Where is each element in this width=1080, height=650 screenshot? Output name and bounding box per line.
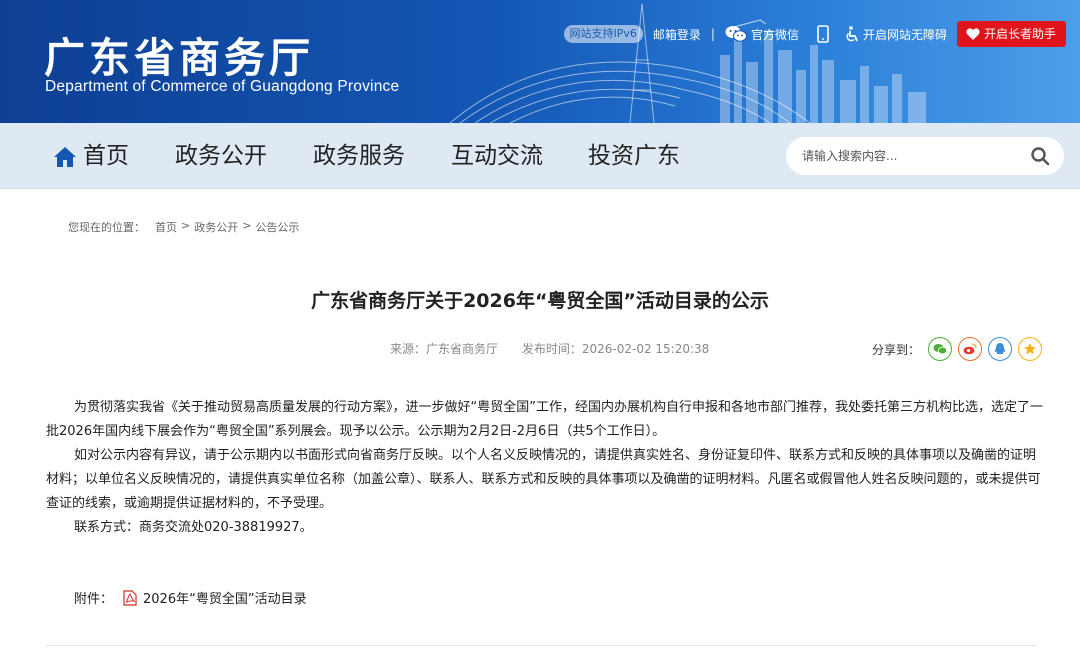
article-source: 来源：广东省商务厅	[390, 342, 499, 356]
nav-item-invest-guangdong[interactable]: 投资广东	[588, 123, 680, 189]
mail-login-link[interactable]: 邮箱登录	[653, 26, 701, 43]
top-links: 网站支持IPv6 邮箱登录 | 官方微信 开启网站无障碍 开启长者助手	[563, 21, 1066, 47]
qzone-icon	[1024, 343, 1037, 355]
divider	[46, 645, 1036, 646]
weibo-icon	[963, 343, 977, 355]
accessibility-link[interactable]: 开启网站无障碍	[845, 26, 947, 43]
elder-assistant-label: 开启长者助手	[983, 27, 1056, 41]
accessibility-label: 开启网站无障碍	[862, 27, 947, 42]
breadcrumb-separator: >	[181, 219, 191, 232]
share-bar: 分享到：	[872, 337, 1048, 361]
breadcrumb-separator: >	[242, 219, 252, 232]
mobile-phone-icon	[817, 25, 829, 43]
search-icon[interactable]	[1030, 146, 1050, 166]
pdf-file-icon	[123, 589, 137, 606]
article-body: 为贯彻落实我省《关于推动贸易高质量发展的行动方案》，进一步做好“粤贸全国”工作，…	[46, 396, 1046, 540]
site-title: 广东省商务厅	[44, 34, 314, 82]
attachment-link[interactable]: 2026年“粤贸全国”活动目录	[143, 588, 307, 607]
wechat-link[interactable]: 官方微信	[725, 25, 799, 43]
nav-item-home[interactable]: 首页	[53, 123, 129, 189]
city-skyline-decoration	[449, 3, 926, 123]
attachment-label: 附件：	[74, 592, 114, 607]
mobile-link[interactable]	[817, 25, 829, 43]
nav-item-government-services[interactable]: 政务服务	[313, 123, 405, 189]
mail-login-label: 邮箱登录	[652, 27, 701, 42]
share-weibo-button[interactable]	[958, 337, 983, 361]
search-box	[786, 137, 1064, 175]
elder-assistant-icon	[966, 28, 980, 40]
nav-item-government-affairs[interactable]: 政务公开	[175, 123, 267, 189]
attachment-row: 附件： 2026年“粤贸全国”活动目录	[74, 588, 307, 607]
breadcrumb-government-affairs[interactable]: 政务公开	[194, 219, 238, 235]
wechat-icon	[933, 344, 948, 355]
article-paragraph: 为贯彻落实我省《关于推动贸易高质量发展的行动方案》，进一步做好“粤贸全国”工作，…	[46, 400, 1043, 439]
article-meta: 来源：广东省商务厅 发布时间：2026-02-02 15:20:38	[390, 340, 729, 357]
home-icon	[54, 147, 76, 167]
accessibility-icon	[846, 26, 858, 42]
article-paragraph: 联系方式：商务交流处020-38819927。	[74, 520, 313, 535]
article-title: 广东省商务厅关于2026年“粤贸全国”活动目录的公示	[311, 290, 769, 312]
ipv6-badge: 网站支持IPv6	[563, 25, 643, 43]
share-label: 分享到：	[872, 342, 921, 357]
breadcrumb: 您现在的位置： 首页 > 政务公开 > 公告公示	[68, 219, 299, 235]
share-wechat-button[interactable]	[928, 337, 953, 361]
breadcrumb-home[interactable]: 首页	[155, 219, 177, 235]
wechat-label: 官方微信	[750, 27, 799, 42]
breadcrumb-label: 您现在的位置：	[68, 221, 145, 234]
search-input[interactable]	[802, 137, 1022, 175]
wechat-icon	[725, 26, 747, 42]
site-header: 广东省商务厅 Department of Commerce of Guangdo…	[0, 0, 1080, 123]
nav-item-interaction[interactable]: 互动交流	[451, 123, 543, 189]
share-qzone-button[interactable]	[1018, 337, 1043, 361]
site-subtitle: Department of Commerce of Guangdong Prov…	[45, 78, 400, 95]
separator: |	[710, 27, 715, 41]
nav-home-label: 首页	[83, 143, 129, 169]
breadcrumb-announcements[interactable]: 公告公示	[255, 219, 299, 235]
article-publish-time: 发布时间：2026-02-02 15:20:38	[521, 342, 710, 356]
elder-assistant-button[interactable]: 开启长者助手	[956, 21, 1066, 47]
qq-icon	[994, 343, 1006, 354]
share-qq-button[interactable]	[988, 337, 1013, 361]
article-paragraph: 如对公示内容有异议，请于公示期内以书面形式向省商务厅反映。以个人名义反映情况的，…	[46, 448, 1041, 511]
